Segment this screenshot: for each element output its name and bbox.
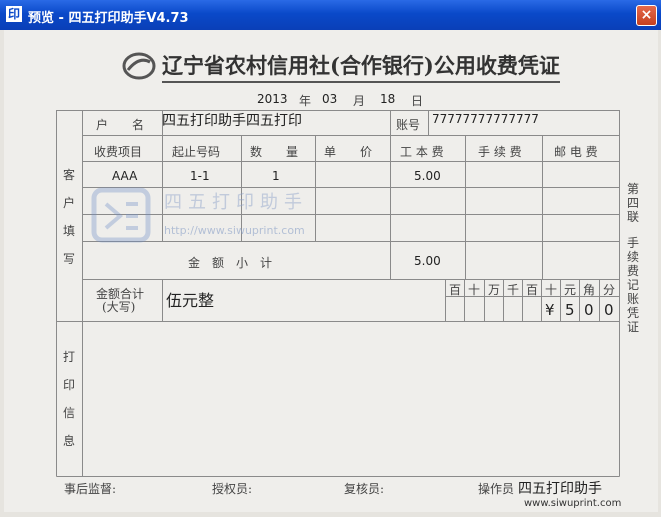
account-label: 账号 xyxy=(396,118,421,132)
header-item: 收费项目 xyxy=(94,145,143,159)
unit-thousand: 千 xyxy=(507,283,520,297)
unit-wan: 万 xyxy=(488,283,501,297)
siwu-icon: 印 xyxy=(6,6,22,22)
header-range: 起止号码 xyxy=(172,145,221,159)
amount-yuan: 5 xyxy=(565,301,575,319)
print-label-3: 信 xyxy=(62,406,75,420)
title-bar[interactable]: 印 预览 - 四五打印助手V4.73 × xyxy=(0,0,661,30)
print-label-2: 印 xyxy=(62,378,75,392)
footer-supervisor: 事后监督: xyxy=(64,482,117,496)
voucher-grid xyxy=(56,110,620,477)
header-cost: 工 本 费 xyxy=(400,145,444,159)
payer-value: 四五打印助手四五打印 xyxy=(162,113,302,129)
unit-yuan: 元 xyxy=(564,283,577,297)
unit-ten-k: 十 xyxy=(468,283,481,297)
amount-currency: ¥ xyxy=(545,301,555,319)
right-label-10: 证 xyxy=(626,320,639,334)
footer-site: www.siwuprint.com xyxy=(524,498,622,509)
close-button[interactable]: × xyxy=(636,5,657,26)
row-range: 1-1 xyxy=(190,169,210,183)
account-value: 77777777777777 xyxy=(432,112,539,126)
row-cost: 5.00 xyxy=(414,169,441,183)
unit-jiao: 角 xyxy=(583,283,596,297)
unit-fen: 分 xyxy=(603,283,616,297)
footer-operator: 操作员 xyxy=(478,482,515,496)
print-label-1: 打 xyxy=(62,350,75,364)
header-qty: 数 量 xyxy=(250,145,299,159)
header-postage: 邮 电 费 xyxy=(554,145,598,159)
print-label-4: 息 xyxy=(62,434,75,448)
row-qty: 1 xyxy=(272,169,280,183)
footer-authorizer: 授权员: xyxy=(212,482,253,496)
unit-ten: 十 xyxy=(545,283,558,297)
window-title: 预览 - 四五打印助手V4.73 xyxy=(28,11,189,26)
amount-jiao: 0 xyxy=(584,301,594,319)
total-words: 伍元整 xyxy=(166,291,215,310)
total-label-sub: (大写) xyxy=(102,300,136,314)
subtotal-label: 金 额 小 计 xyxy=(188,256,273,270)
subtotal-value: 5.00 xyxy=(414,254,441,268)
payer-label: 户 名 xyxy=(96,118,145,132)
unit-hundred: 百 xyxy=(526,283,539,297)
footer-operator-value: 四五打印助手 xyxy=(518,481,602,497)
watermark-text: 四五打印助手 xyxy=(164,192,308,213)
footer-reviewer: 复核员: xyxy=(344,482,385,496)
left-label-4: 写 xyxy=(62,252,75,266)
watermark-url: http://www.siwuprint.com xyxy=(164,224,305,237)
amount-fen: 0 xyxy=(604,301,614,319)
header-price: 单 价 xyxy=(324,145,373,159)
voucher-preview[interactable]: 辽宁省农村信用社(合作银行)公用收费凭证 2013 年 03 月 18 日 四五… xyxy=(4,30,658,512)
unit-hundred-k: 百 xyxy=(449,283,462,297)
right-label-3: 联 xyxy=(626,210,639,224)
preview-window: 印 预览 - 四五打印助手V4.73 × 辽宁省农村信用社(合作银行)公用收费凭… xyxy=(0,0,661,517)
left-label-3: 填 xyxy=(62,224,75,238)
left-label-1: 客 xyxy=(62,168,75,182)
row-item: AAA xyxy=(112,169,138,183)
watermark-logo-icon xyxy=(91,187,151,243)
left-label-2: 户 xyxy=(62,196,75,210)
header-fee: 手 续 费 xyxy=(478,145,522,159)
